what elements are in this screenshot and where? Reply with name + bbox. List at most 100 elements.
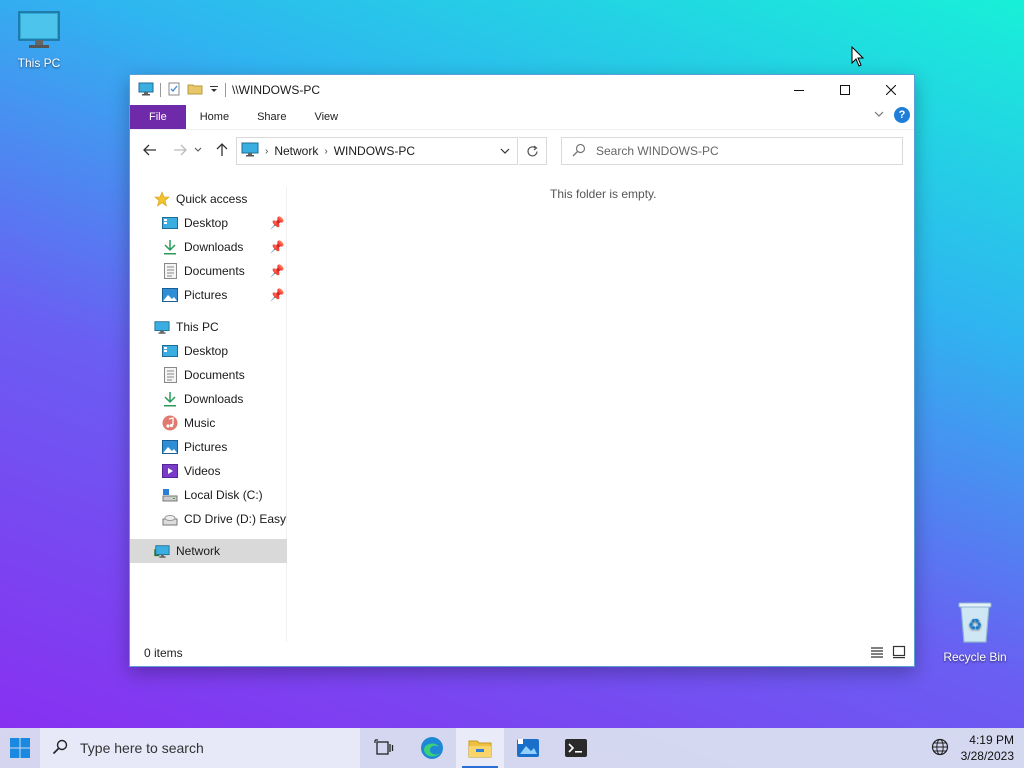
svg-text:♻: ♻ <box>968 615 982 634</box>
taskbar-file-explorer[interactable] <box>456 728 504 768</box>
new-folder-icon[interactable] <box>187 82 203 99</box>
nav-item-label: Downloads <box>184 392 244 406</box>
clock[interactable]: 4:19 PM 3/28/2023 <box>961 732 1024 764</box>
nav-item-label: Desktop <box>184 216 229 230</box>
nav-quick-downloads[interactable]: Downloads <box>162 235 287 259</box>
tab-view[interactable]: View <box>300 105 352 129</box>
item-count: 0 items <box>144 646 183 660</box>
navigation-bar: › Network › WINDOWS-PC Search WINDOWS-PC <box>130 129 914 169</box>
monitor-icon <box>3 10 75 53</box>
nav-pc-documents[interactable]: Documents <box>162 363 287 387</box>
language-globe-icon[interactable] <box>931 738 949 759</box>
expand-ribbon-chevron-icon[interactable] <box>874 109 884 121</box>
pin-icon: 📌 <box>269 264 285 278</box>
back-button[interactable] <box>138 138 162 162</box>
breadcrumb-chevron-icon[interactable]: › <box>324 146 327 157</box>
large-icons-view-icon[interactable] <box>892 645 906 662</box>
help-icon[interactable]: ? <box>894 107 910 123</box>
task-view-button[interactable] <box>360 728 408 768</box>
customize-toolbar-icon[interactable] <box>209 83 219 97</box>
taskbar: Type here to search 4:19 PM 3/28/2023 <box>0 728 1024 768</box>
close-button[interactable] <box>868 75 914 105</box>
nav-pc-desktop[interactable]: Desktop <box>162 339 287 363</box>
pin-icon: 📌 <box>269 240 285 254</box>
nav-item-label: Desktop <box>184 344 229 358</box>
nav-item-label: Network <box>176 544 221 558</box>
taskbar-edge[interactable] <box>408 728 456 768</box>
media-app-icon <box>517 739 539 757</box>
document-icon <box>162 263 178 279</box>
breadcrumb-chevron-icon[interactable]: › <box>265 146 268 157</box>
nav-pc-music[interactable]: Music <box>162 411 287 435</box>
terminal-icon <box>565 739 587 757</box>
title-bar: \\WINDOWS-PC <box>130 75 914 105</box>
pin-icon: 📌 <box>269 216 285 230</box>
search-placeholder: Search WINDOWS-PC <box>596 144 719 158</box>
explorer-window: \\WINDOWS-PC File Home Share View ? › Ne… <box>129 74 915 667</box>
nav-quick-access[interactable]: Quick access <box>154 187 287 211</box>
tab-home[interactable]: Home <box>186 105 243 129</box>
nav-item-label: Music <box>184 416 216 430</box>
taskbar-terminal[interactable] <box>552 728 600 768</box>
nav-pc-local-disk[interactable]: Local Disk (C:) <box>162 483 287 507</box>
taskbar-search-placeholder: Type here to search <box>80 740 204 756</box>
cd-drive-icon <box>162 511 178 527</box>
forward-button[interactable] <box>168 138 192 162</box>
pin-icon: 📌 <box>269 288 285 302</box>
properties-icon[interactable] <box>167 82 181 99</box>
minimize-button[interactable] <box>776 75 822 105</box>
nav-pc-pictures[interactable]: Pictures <box>162 435 287 459</box>
desktop-icon-this-pc[interactable]: This PC <box>3 10 75 70</box>
hard-drive-icon <box>162 487 178 503</box>
nav-pc-videos[interactable]: Videos <box>162 459 287 483</box>
nav-network[interactable]: Network <box>130 539 287 563</box>
document-icon <box>162 367 178 383</box>
maximize-button[interactable] <box>822 75 868 105</box>
tab-share[interactable]: Share <box>243 105 300 129</box>
search-icon <box>52 739 68 758</box>
nav-item-label: Documents <box>184 264 245 278</box>
recent-locations-chevron-icon[interactable] <box>192 138 204 162</box>
breadcrumb-windows-pc[interactable]: WINDOWS-PC <box>334 144 415 158</box>
breadcrumb-network[interactable]: Network <box>274 144 318 158</box>
computer-icon <box>241 142 259 160</box>
nav-quick-pictures[interactable]: Pictures <box>162 283 287 307</box>
taskbar-search[interactable]: Type here to search <box>40 728 360 768</box>
ribbon-tabs: File Home Share View ? <box>130 105 914 129</box>
download-icon <box>162 391 178 407</box>
nav-item-label: Videos <box>184 464 221 478</box>
address-dropdown-icon[interactable] <box>493 138 517 164</box>
ribbon-right: ? <box>874 107 910 123</box>
nav-quick-desktop[interactable]: Desktop <box>162 211 287 235</box>
nav-item-label: Downloads <box>184 240 244 254</box>
address-bar[interactable]: › Network › WINDOWS-PC <box>236 137 518 165</box>
nav-item-label: Local Disk (C:) <box>184 488 263 502</box>
nav-quick-documents[interactable]: Documents <box>162 259 287 283</box>
desktop-icon-recycle-bin[interactable]: ♻ Recycle Bin <box>939 600 1011 664</box>
nav-pc-cd-drive[interactable]: CD Drive (D:) EasyKMS <box>162 507 287 531</box>
details-view-icon[interactable] <box>870 645 884 662</box>
tab-file[interactable]: File <box>130 105 186 129</box>
quick-access-toolbar <box>130 82 226 99</box>
up-button[interactable] <box>210 138 234 162</box>
nav-item-label: Documents <box>184 368 245 382</box>
search-box[interactable]: Search WINDOWS-PC <box>561 137 903 165</box>
desktop-icon-label: Recycle Bin <box>943 650 1007 664</box>
divider <box>225 83 226 97</box>
nav-pc-downloads[interactable]: Downloads <box>162 387 287 411</box>
edge-browser-icon <box>421 737 443 759</box>
search-icon <box>572 143 586 160</box>
computer-icon <box>138 82 154 99</box>
nav-item-label: Pictures <box>184 440 228 454</box>
empty-folder-message: This folder is empty. <box>550 187 657 201</box>
nav-item-label: This PC <box>176 320 219 334</box>
content-area: Quick access Desktop 📌 Downloads 📌 Docum… <box>130 187 914 642</box>
divider <box>160 83 161 97</box>
nav-item-label: Pictures <box>184 288 228 302</box>
music-icon <box>162 415 178 431</box>
taskbar-app-blue[interactable] <box>504 728 552 768</box>
clock-date: 3/28/2023 <box>960 749 1014 763</box>
nav-this-pc[interactable]: This PC <box>154 315 287 339</box>
start-button[interactable] <box>0 728 40 768</box>
refresh-button[interactable] <box>519 137 547 165</box>
